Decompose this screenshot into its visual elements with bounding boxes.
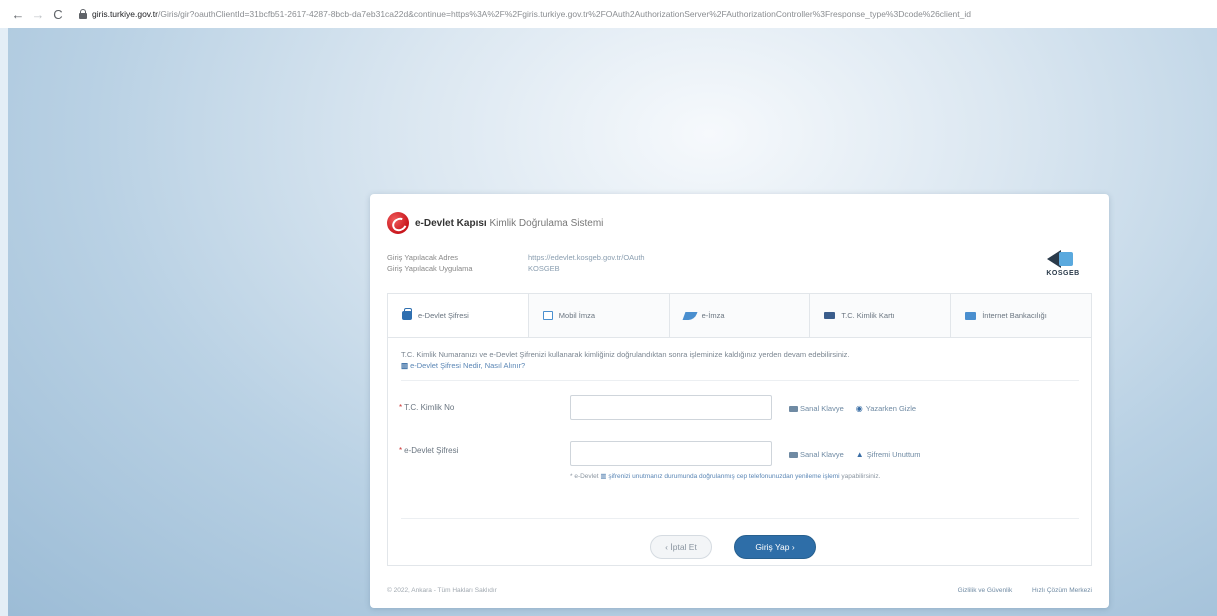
url-path: /Giris/gir?oauthClientId=31bcfb51-2617-4… [157,9,971,19]
book-icon: ▥ [401,361,409,370]
hint-suffix: yapabilirsiniz. [841,473,881,480]
lock-small-icon: ▲ [855,450,864,459]
keyboard-icon [789,451,798,458]
forward-arrow-icon[interactable]: → [28,4,48,24]
card-footer: © 2022, Ankara - Tüm Hakları Saklıdır Gi… [387,587,1092,594]
address-label: Giriş Yapılacak Adres [387,253,459,262]
tab-label: e-İmza [701,311,725,320]
password-label: * e-Devlet Şifresi [399,446,459,455]
tc-label: * T.C. Kimlik No [399,403,455,412]
lock-icon[interactable] [78,8,88,20]
virtual-keyboard-link[interactable]: Sanal Klavye [800,450,844,459]
login-info: Giriş Yapılacak Adres https://edevlet.kos… [387,252,645,274]
description-text: T.C. Kimlik Numaranızı ve e-Devlet Şifre… [401,350,850,359]
tab-mobile-signature[interactable]: Mobil İmza [528,294,670,337]
address-bar[interactable]: giris.turkiye.gov.tr/Giris/gir?oauthClie… [92,9,1192,19]
brand-title: e-Devlet Kapısı Kimlik Doğrulama Sistemi [415,218,603,229]
tab-label: e-Devlet Şifresi [418,311,469,320]
pen-icon [682,311,698,320]
hint-link[interactable]: şifrenizi unutmanız durumunda doğrulanmı… [608,473,839,480]
tab-label: Mobil İmza [558,311,596,320]
browser-toolbar: ← → C giris.turkiye.gov.tr/Giris/gir?oau… [0,0,1217,28]
forgot-password-link[interactable]: Şifremi Unuttum [867,450,921,459]
divider [401,380,1079,381]
brand-subtitle: Kimlik Doğrulama Sistemi [489,217,604,229]
login-card: e-Devlet Kapısı Kimlik Doğrulama Sistemi… [370,194,1109,608]
bank-card-icon [965,311,977,320]
brand-name: e-Devlet Kapısı [415,217,487,229]
tab-internet-banking[interactable]: İnternet Bankacılığı [951,294,1091,337]
copyright: © 2022, Ankara - Tüm Hakları Saklıdır [387,587,497,594]
hint-prefix: * e-Devlet [570,473,599,480]
keyboard-icon [789,405,798,412]
back-arrow-icon[interactable]: ← [8,4,28,24]
cancel-button[interactable]: ‹ İptal Et [650,535,712,559]
description: T.C. Kimlik Numaranızı ve e-Devlet Şifre… [401,349,850,371]
login-panel: e-Devlet Şifresi Mobil İmza e-İmza T.C. … [387,293,1092,566]
id-card-icon [824,312,836,319]
kosgeb-mark-icon [1047,250,1073,268]
login-method-tabs: e-Devlet Şifresi Mobil İmza e-İmza T.C. … [388,294,1091,338]
tab-e-signature[interactable]: e-İmza [669,294,811,337]
wallet-icon [402,308,412,320]
tab-label: İnternet Bankacılığı [982,311,1047,320]
help-link[interactable]: e-Devlet Şifresi Nedir, Nasıl Alınır? [410,361,525,370]
sim-icon [542,311,553,320]
book-icon: ▥ [600,473,607,480]
password-aux: Sanal Klavye ▲ Şifremi Unuttum [789,450,920,459]
hide-while-typing-link[interactable]: Yazarken Gizle [866,404,916,413]
address-value: https://edevlet.kosgeb.gov.tr/OAuth [528,253,645,262]
kosgeb-logo: KOSGEB [1041,248,1085,282]
password-input[interactable] [570,441,772,466]
divider [401,518,1079,519]
tab-label: T.C. Kimlik Kartı [841,311,895,320]
footer-links: Gizlilik ve Güvenlik Hızlı Çözüm Merkezi [940,587,1092,594]
password-label-text: e-Devlet Şifresi [404,446,459,455]
password-hint: * e-Devlet ▥ şifrenizi unutmanız durumun… [570,472,970,481]
tc-aux: Sanal Klavye ◉ Yazarken Gizle [789,404,916,413]
tab-edevlet-password[interactable]: e-Devlet Şifresi [388,294,529,337]
eye-icon: ◉ [855,404,863,413]
help-center-link[interactable]: Hızlı Çözüm Merkezi [1032,587,1092,594]
privacy-link[interactable]: Gizlilik ve Güvenlik [958,587,1013,594]
virtual-keyboard-link[interactable]: Sanal Klavye [800,404,844,413]
tab-id-card[interactable]: T.C. Kimlik Kartı [810,294,952,337]
tc-input[interactable] [570,395,772,420]
login-button[interactable]: Giriş Yap › [734,535,816,559]
reload-icon[interactable]: C [48,4,68,24]
edevlet-logo-icon [387,212,409,234]
app-label: Giriş Yapılacak Uygulama [387,264,473,273]
url-host: giris.turkiye.gov.tr [92,9,158,19]
tc-label-text: T.C. Kimlik No [404,403,455,412]
app-value: KOSGEB [528,264,560,273]
card-header: e-Devlet Kapısı Kimlik Doğrulama Sistemi [387,212,603,234]
kosgeb-logo-text: KOSGEB [1046,270,1080,277]
